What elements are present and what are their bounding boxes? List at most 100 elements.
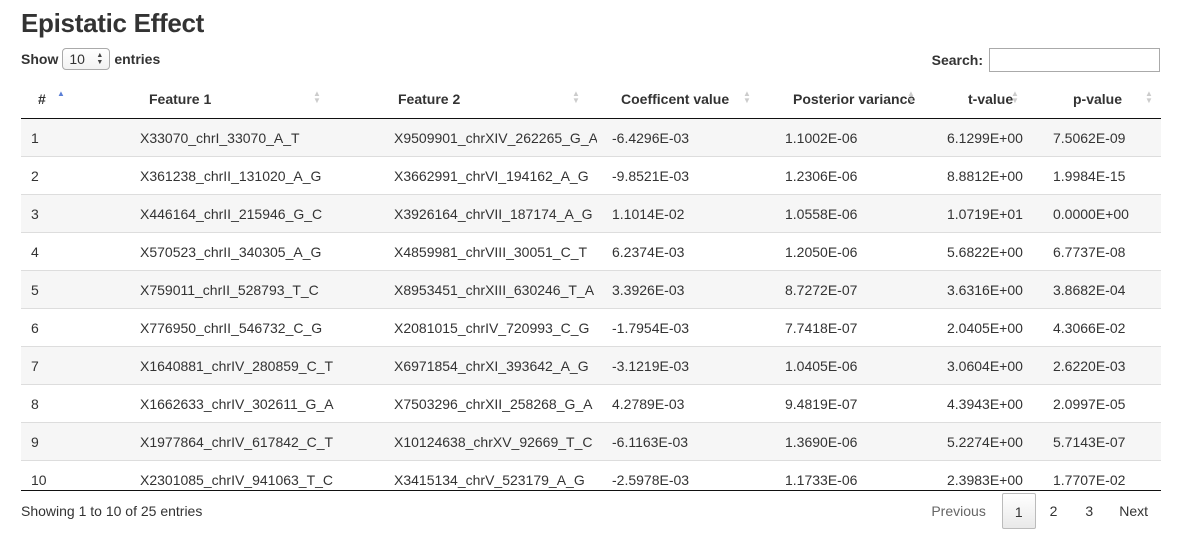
col-feature-2-value: X10124638_chrXV_92669_T_C [394,434,593,450]
col-feature-1-value: X776950_chrII_546732_C_G [140,320,323,336]
search-input[interactable] [989,48,1160,72]
table-row: 8 X1662633_chrIV_302611_G_A X7503296_chrXI… [21,384,1161,423]
col-coefficient-value: 1.1014E-02 [612,206,685,222]
col-t-value-header[interactable]: t-value ▲ ▼ [923,82,1035,119]
col-index-value: 8 [31,396,39,412]
col-posterior-variance-cell: 1.1002E-06 [763,118,923,157]
col-index-value: 6 [31,320,39,336]
col-feature-2-value: X3415134_chrV_523179_A_G [394,472,585,488]
col-posterior-variance-header[interactable]: Posterior variance ▲ ▼ [763,82,923,119]
col-coefficient-header-label: Coefficent value [621,91,730,107]
col-feature-2-cell: X8953451_chrXIII_630246_T_A [336,270,597,309]
search-control: Search: [932,48,1160,72]
show-label: Show [21,51,59,67]
col-index-cell: 7 [21,346,81,385]
col-feature-1-cell: X1977864_chrIV_617842_C_T [81,422,336,461]
col-index-cell: 4 [21,232,81,271]
col-index-cell: 1 [21,118,81,157]
col-feature-1-cell: X759011_chrII_528793_T_C [81,270,336,309]
col-t-value-value: 6.1299E+00 [947,130,1023,146]
col-t-value-value: 3.0604E+00 [947,358,1023,374]
sort-arrows-icon: ▲▼ [313,89,321,105]
col-feature-2-cell: X9509901_chrXIV_262265_G_A [336,118,598,157]
table-row: 2 X361238_chrII_131020_A_G X3662991_chrVI_… [21,156,1161,195]
select-arrows-icon: ▲ ▼ [96,52,104,66]
col-feature-1-header-label: Feature 1 [149,91,212,107]
next-page-button[interactable]: Next [1107,493,1160,529]
entries-per-page-select[interactable]: 10 ▲ ▼ [62,48,111,70]
table-row: 7 X1640881_chrIV_280859_C_T X6971854_chrXI… [21,346,1161,385]
col-posterior-variance-value: 8.7272E-07 [785,282,858,298]
previous-page-button[interactable]: Previous [919,493,997,529]
col-posterior-variance-value: 1.0558E-06 [785,206,858,222]
col-p-value-value: 3.8682E-04 [1053,282,1126,298]
col-p-value-cell: 1.9984E-15 [1035,156,1161,195]
col-coefficient-value: -1.7954E-03 [612,320,690,336]
col-index-value: 5 [31,282,39,298]
col-posterior-variance-value: 7.7418E-07 [785,320,858,336]
col-feature-2-cell: X7503296_chrXII_258268_G_A [336,384,597,423]
col-coefficient-value: -2.5978E-03 [612,472,690,488]
col-feature-2-value: X7503296_chrXII_258268_G_A [394,396,593,412]
col-index-header-label: # [38,91,46,107]
col-feature-1-value: X361238_chrII_131020_A_G [140,168,322,184]
col-t-value-value: 5.6822E+00 [947,244,1023,260]
col-posterior-variance-cell: 1.2306E-06 [763,156,923,195]
col-posterior-variance-value: 1.3690E-06 [785,434,858,450]
col-t-value-header-label: t-value [968,91,1014,107]
col-feature-1-header[interactable]: Feature 1 ▲ ▼ [81,82,336,119]
table-row: 6 X776950_chrII_546732_C_G X2081015_chrIV_… [21,308,1161,347]
page-button-3[interactable]: 3 [1071,493,1107,529]
col-t-value-value: 2.3983E+00 [947,472,1023,488]
col-t-value-cell: 5.6822E+00 [923,232,1035,271]
col-index-value: 2 [31,168,39,184]
col-posterior-variance-cell: 1.3690E-06 [763,422,923,461]
table-row: 4 X570523_chrII_340305_A_G X4859981_chrVII… [21,232,1161,271]
col-posterior-variance-cell: 7.7418E-07 [763,308,923,347]
col-feature-2-cell: X3926164_chrVII_187174_A_G [336,194,597,233]
page-button-2[interactable]: 2 [1036,493,1072,529]
col-p-value-cell: 5.7143E-07 [1035,422,1161,461]
table-row: 3 X446164_chrII_215946_G_C X3926164_chrVII… [21,194,1161,233]
col-posterior-variance-value: 9.4819E-07 [785,396,858,412]
col-feature-2-cell: X3662991_chrVI_194162_A_G [336,156,597,195]
col-p-value-cell: 3.8682E-04 [1035,270,1161,309]
col-p-value-value: 2.6220E-03 [1053,358,1126,374]
col-posterior-variance-cell: 1.0405E-06 [763,346,923,385]
page-title: Epistatic Effect [21,8,205,38]
col-t-value-value: 2.0405E+00 [947,320,1023,336]
table-bottom-border [21,490,1161,491]
col-feature-1-cell: X361238_chrII_131020_A_G [81,156,336,195]
col-coefficient-cell: -6.4296E-03 [597,118,763,157]
col-feature-2-value: X8953451_chrXIII_630246_T_A [394,282,595,298]
col-index-cell: 5 [21,270,81,309]
col-coefficient-value: 6.2374E-03 [612,244,685,260]
col-coefficient-cell: -3.1219E-03 [597,346,763,385]
col-index-header[interactable]: # ▲▼ [21,82,81,119]
page-button-1[interactable]: 1 [1001,493,1036,529]
col-p-value-header[interactable]: p-value ▲ ▼ [1035,82,1161,119]
col-t-value-cell: 1.0719E+01 [923,194,1035,233]
col-p-value-value: 6.7737E-08 [1053,244,1126,260]
col-p-value-value: 4.3066E-02 [1053,320,1126,336]
col-t-value-value: 5.2274E+00 [947,434,1023,450]
col-feature-2-cell: X6971854_chrXI_393642_A_G [336,346,597,385]
col-coefficient-cell: -1.7954E-03 [597,308,763,347]
col-feature-2-header[interactable]: Feature 2 ▲ ▼ [336,82,597,119]
col-t-value-value: 8.8812E+00 [947,168,1023,184]
col-coefficient-cell: 1.1014E-02 [597,194,763,233]
col-t-value-value: 3.6316E+00 [947,282,1023,298]
table-row: 9 X1977864_chrIV_617842_C_T X10124638_chrX… [21,422,1161,461]
sort-arrows-icon: ▲▼ [907,89,915,105]
col-p-value-value: 0.0000E+00 [1053,206,1129,222]
col-p-value-value: 1.9984E-15 [1053,168,1126,184]
col-feature-1-cell: X2301085_chrIV_941063_T_C [81,460,336,498]
col-feature-2-cell: X10124638_chrXV_92669_T_C [336,422,597,461]
col-feature-1-cell: X1662633_chrIV_302611_G_A [81,384,336,423]
entries-label: entries [114,51,161,67]
col-coefficient-header[interactable]: Coefficent value ▲ ▼ [597,82,763,119]
col-index-cell: 6 [21,308,81,347]
col-index-cell: 9 [21,422,81,461]
col-feature-1-cell: X570523_chrII_340305_A_G [81,232,336,271]
sort-arrows-icon: ▲▼ [743,89,751,105]
